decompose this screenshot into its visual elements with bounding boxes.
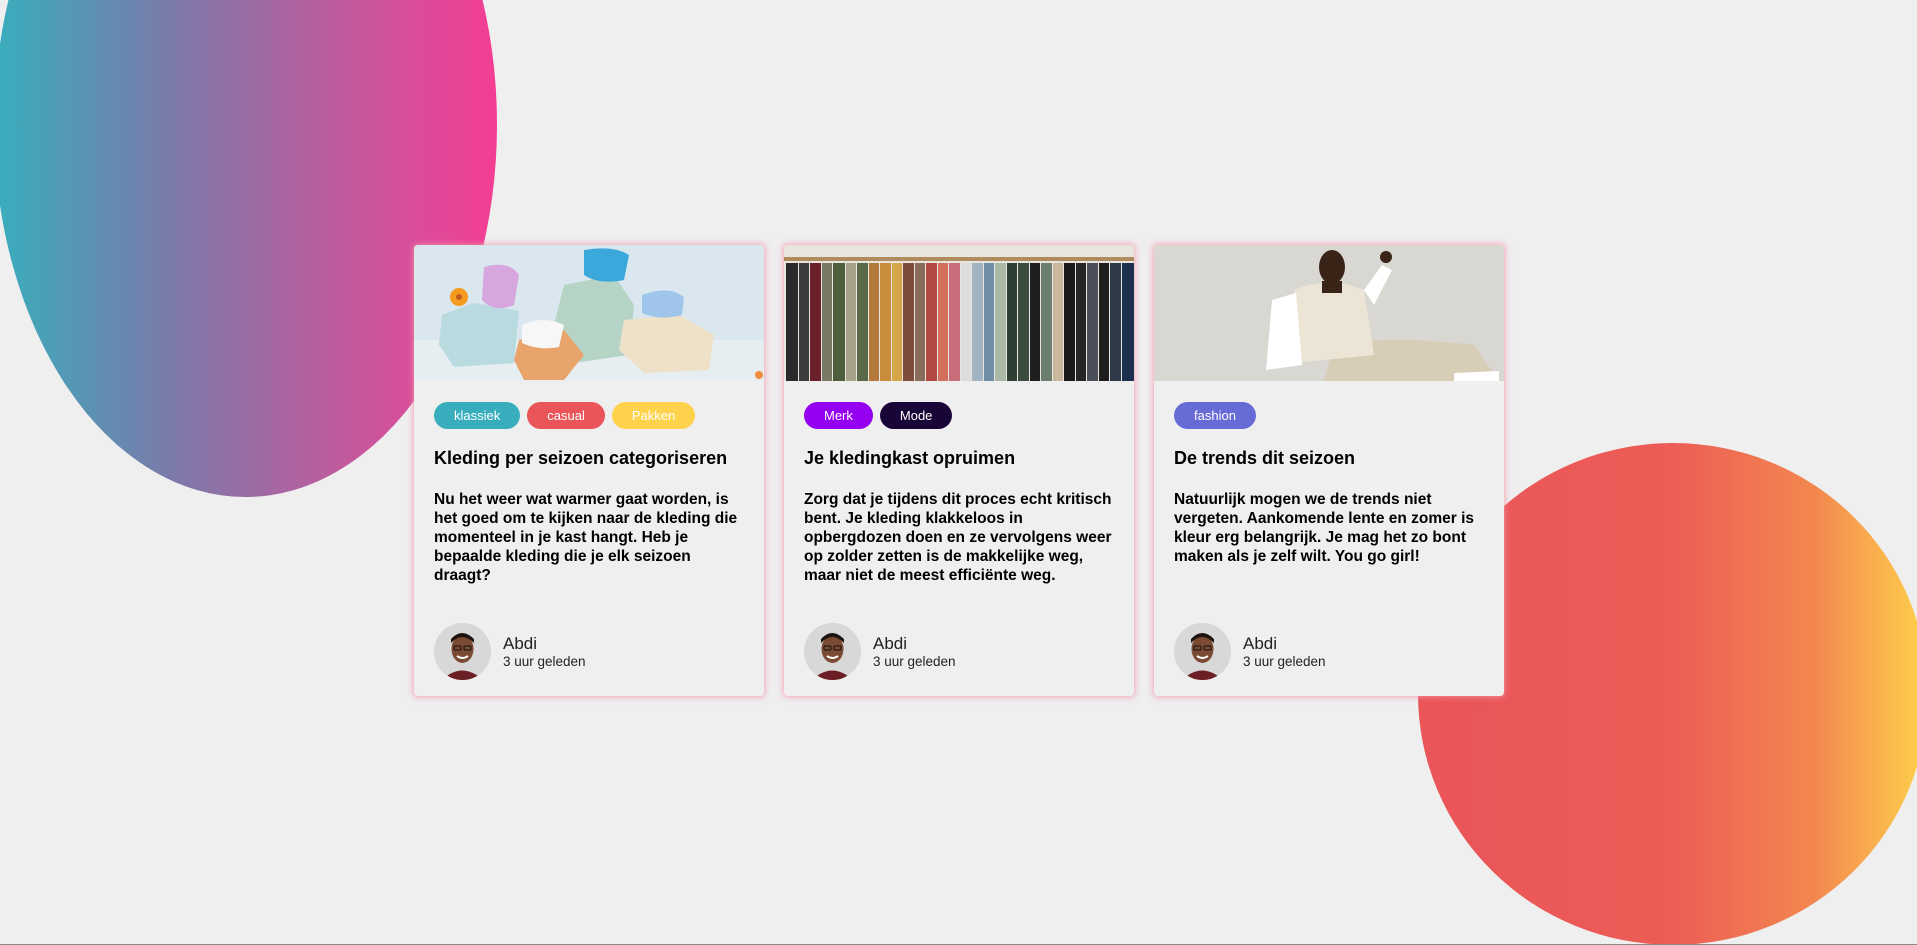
tag-list: Merk Mode [804, 402, 953, 429]
author-info: Abdi 3 uur geleden [434, 623, 586, 680]
fashion-model-image [1154, 245, 1504, 381]
author-name: Abdi [873, 633, 908, 653]
author-avatar [434, 623, 491, 680]
author-avatar [1174, 623, 1231, 680]
tag-merk[interactable]: Merk [804, 402, 873, 429]
card-excerpt: Zorg dat je tijdens dit proces echt krit… [804, 491, 1112, 584]
card-title[interactable]: De trends dit seizoen [1174, 448, 1489, 469]
author-meta: Abdi 3 uur geleden [873, 634, 956, 670]
author-meta: Abdi 3 uur geleden [1243, 634, 1326, 670]
tag-casual[interactable]: casual [527, 402, 605, 429]
blog-card[interactable]: Merk Mode Je kledingkast opruimen Zorg d… [784, 245, 1134, 696]
tag-list: fashion [1174, 402, 1256, 429]
tag-fashion[interactable]: fashion [1174, 402, 1256, 429]
post-time: 3 uur geleden [503, 653, 586, 669]
post-time: 3 uur geleden [873, 653, 956, 669]
blog-card[interactable]: fashion De trends dit seizoen Natuurlijk… [1154, 245, 1504, 696]
card-excerpt: Nu het weer wat warmer gaat worden, is h… [434, 491, 738, 584]
author-name: Abdi [1243, 633, 1278, 653]
card-excerpt: Natuurlijk mogen we de trends niet verge… [1174, 491, 1475, 565]
clothing-rack-image [784, 245, 1134, 381]
tag-klassiek[interactable]: klassiek [434, 402, 521, 429]
author-name: Abdi [503, 633, 538, 653]
author-info: Abdi 3 uur geleden [1174, 623, 1326, 680]
card-title[interactable]: Je kledingkast opruimen [804, 448, 1119, 469]
author-info: Abdi 3 uur geleden [804, 623, 956, 680]
tag-mode[interactable]: Mode [879, 402, 953, 429]
blog-card[interactable]: klassiek casual Pakken Kleding per seizo… [414, 245, 764, 696]
page-stage: klassiek casual Pakken Kleding per seizo… [0, 0, 1917, 945]
post-time: 3 uur geleden [1243, 653, 1326, 669]
author-avatar [804, 623, 861, 680]
card-title[interactable]: Kleding per seizoen categoriseren [434, 448, 749, 469]
shoes-sandals-image [414, 245, 764, 381]
tag-list: klassiek casual Pakken [434, 402, 696, 429]
author-meta: Abdi 3 uur geleden [503, 634, 586, 670]
tag-pakken[interactable]: Pakken [611, 402, 696, 429]
